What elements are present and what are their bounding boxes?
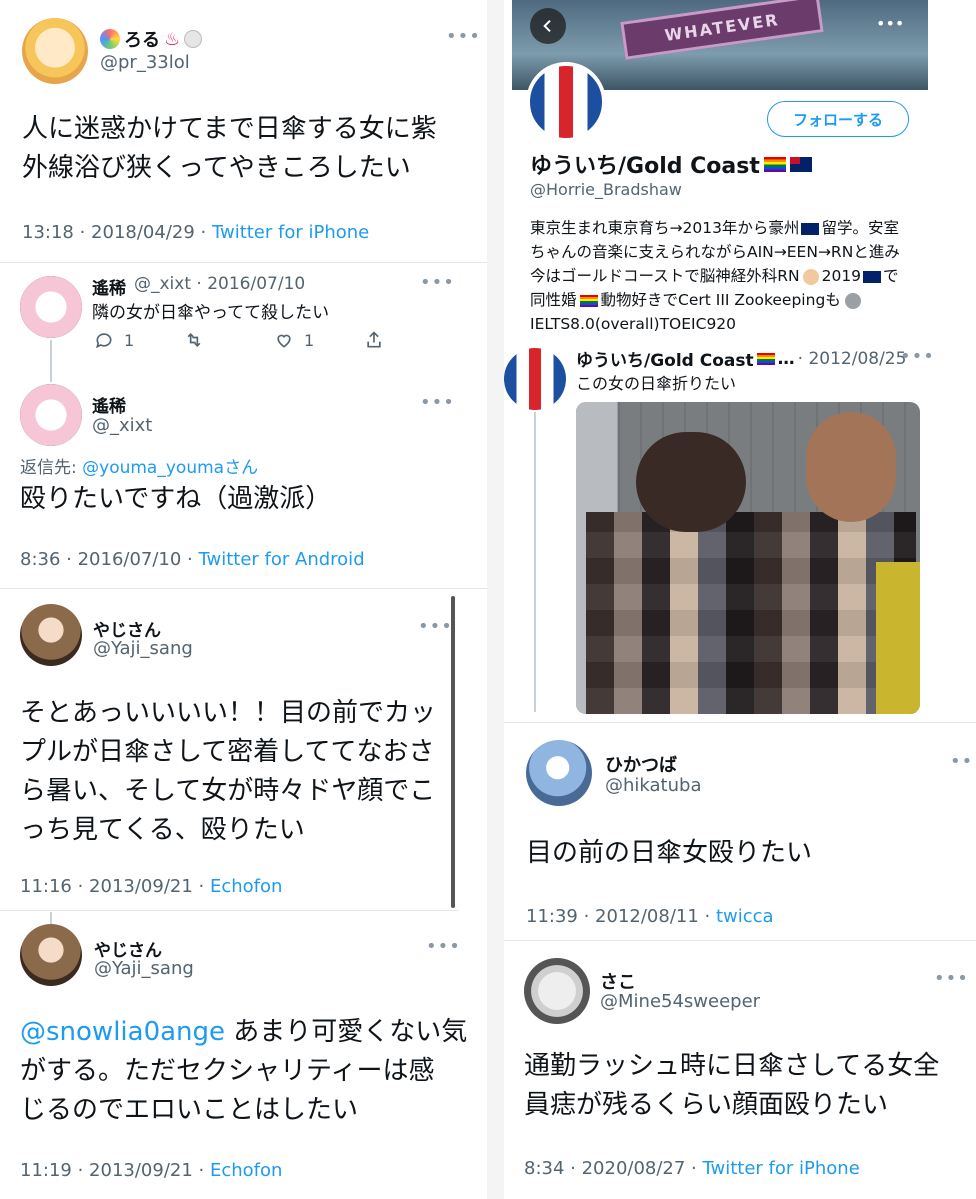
source-link[interactable]: twicca — [716, 906, 774, 927]
australia-flag-icon — [863, 270, 882, 283]
avatar[interactable] — [20, 604, 82, 666]
tweet-text: 殴りたいですね（過激派） — [20, 484, 332, 514]
source-link[interactable]: Twitter for iPhone — [212, 222, 369, 243]
avatar[interactable] — [20, 276, 82, 338]
more-icon[interactable]: ••• — [420, 272, 455, 293]
more-icon[interactable]: ••• — [420, 392, 455, 413]
source-link[interactable]: Echofon — [210, 876, 282, 897]
nurse-emoji-icon — [802, 268, 819, 285]
avatar[interactable] — [20, 384, 82, 446]
more-icon[interactable]: ••• — [418, 616, 453, 637]
more-icon[interactable]: ••• — [900, 346, 935, 367]
handle[interactable]: @Yaji_sang — [93, 638, 193, 659]
source-link[interactable]: Twitter for iPhone — [703, 1158, 860, 1179]
retweet-button[interactable] — [184, 330, 204, 350]
tweet-text: そとあっいいいい！！目の前でカッ プルが日傘さして密着しててなおさ ら暑い、そし… — [20, 698, 437, 845]
scrollbar[interactable] — [451, 596, 455, 908]
thread-line — [50, 340, 52, 382]
share-icon — [367, 331, 381, 348]
profile-avatar[interactable] — [526, 62, 606, 142]
more-icon[interactable]: ••• — [426, 936, 461, 957]
tweet-text: 目の前の日傘女殴りたい — [526, 838, 813, 868]
tweet-media-image[interactable] — [576, 402, 920, 714]
divider — [504, 722, 976, 723]
timestamp: 8:36 · 2016/07/10 · Twitter for Android — [20, 549, 365, 570]
avatar[interactable] — [22, 18, 88, 84]
avatar[interactable] — [504, 348, 566, 410]
retweet-icon — [187, 332, 201, 348]
rainbow-flag-icon — [756, 352, 775, 365]
timestamp: 11:39 · 2012/08/11 · twicca — [526, 906, 774, 927]
timestamp: 8:34 · 2020/08/27 · Twitter for iPhone — [524, 1158, 860, 1179]
share-button[interactable] — [364, 330, 384, 350]
handle[interactable]: @Yaji_sang — [94, 958, 194, 979]
display-name: ゆういち/Gold Coast — [576, 351, 754, 371]
tweet-text: 人に迷惑かけてまで日傘する女に紫 外線浴び狭くってやきころしたい — [22, 114, 437, 183]
handle[interactable]: @Mine54sweeper — [600, 991, 760, 1012]
tweet-text: 通勤ラッシュ時に日傘さしてる女全 員痣が残るくらい顔面殴りたい — [524, 1051, 940, 1120]
more-icon[interactable]: ••• — [950, 751, 976, 772]
mention-link[interactable]: @snowlia0ange — [20, 1017, 225, 1047]
display-name: ろる — [124, 30, 160, 51]
hot-spring-icon: ♨ — [164, 28, 181, 50]
column-divider — [487, 0, 504, 1199]
display-name: ひかつば — [605, 755, 677, 776]
tweet-header: ゆういち/Gold Coast … · 2012/08/25 — [576, 346, 907, 372]
mosaic-blur — [586, 512, 916, 714]
thread-line — [50, 912, 52, 924]
tweet-date: · 2012/08/25 — [797, 348, 907, 369]
avatar[interactable] — [524, 958, 590, 1024]
rainbow-flag-icon — [579, 294, 598, 307]
back-button[interactable] — [530, 8, 566, 44]
handle[interactable]: @pr_33lol — [100, 52, 190, 73]
tweet-text: 隣の女が日傘やってて殺したい — [92, 303, 330, 323]
handle[interactable]: @_xixt — [92, 415, 152, 436]
profile-handle: @Horrie_Bradshaw — [530, 180, 682, 199]
koala-icon — [844, 292, 861, 309]
tweet-text: @snowlia0ange あまり可愛くない気 がする。ただセクシャリティーは感… — [20, 1017, 468, 1125]
back-icon — [543, 19, 551, 33]
divider — [0, 588, 487, 589]
profile-name: ゆういち/Gold Coast — [530, 154, 760, 179]
australia-flag-icon — [789, 156, 812, 172]
handle-date[interactable]: @_xixt · 2016/07/10 — [134, 274, 305, 294]
display-name: 遙稀 — [92, 279, 126, 299]
tweet-text: この女の日傘折りたい — [576, 374, 737, 393]
divider — [0, 910, 458, 911]
lollipop-icon — [100, 29, 120, 49]
like-button[interactable]: 1 — [274, 330, 314, 350]
thread-line — [534, 412, 536, 712]
reply-button[interactable]: 1 — [94, 330, 134, 350]
reply-icon — [96, 333, 112, 349]
divider — [504, 940, 976, 941]
avatar[interactable] — [526, 740, 592, 806]
profile-name-row: ゆういち/Gold Coast — [530, 148, 812, 180]
like-icon — [277, 334, 291, 348]
reply-to-user-link[interactable]: @youma_youmaさん — [82, 458, 258, 478]
banner-sign: WHATEVER — [620, 0, 824, 60]
left-screenshot: ろる ♨ @pr_33lol ••• 人に迷惑かけてまで日傘する女に紫 外線浴び… — [0, 0, 487, 1199]
timestamp: 11:19 · 2013/09/21 · Echofon — [20, 1160, 283, 1181]
handle[interactable]: @hikatuba — [605, 775, 701, 796]
timestamp: 13:18 · 2018/04/29 · Twitter for iPhone — [22, 222, 370, 243]
more-icon[interactable]: ••• — [876, 14, 904, 33]
source-link[interactable]: Echofon — [210, 1160, 282, 1181]
more-icon[interactable]: ••• — [446, 26, 481, 47]
reply-context: 返信先: @youma_youmaさん — [20, 458, 259, 478]
australia-flag-icon — [801, 222, 820, 235]
display-name: 遙稀 — [92, 397, 126, 417]
avatar[interactable] — [20, 924, 82, 986]
source-link[interactable]: Twitter for Android — [199, 549, 365, 570]
divider — [0, 262, 487, 263]
rainbow-flag-icon — [763, 156, 786, 172]
rabbit-icon — [184, 30, 203, 48]
more-icon[interactable]: ••• — [934, 968, 969, 989]
name-row: ろる ♨ — [100, 26, 203, 52]
follow-button[interactable]: フォローする — [767, 101, 909, 137]
timestamp: 11:16 · 2013/09/21 · Echofon — [20, 876, 283, 897]
profile-bio: 東京生まれ東京育ち→2013年から豪州 留学。安室 ちゃんの音楽に支えられながらA… — [530, 219, 900, 333]
right-screenshot: WHATEVER ••• フォローする ゆういち/Gold Coast @Hor… — [504, 0, 976, 1199]
